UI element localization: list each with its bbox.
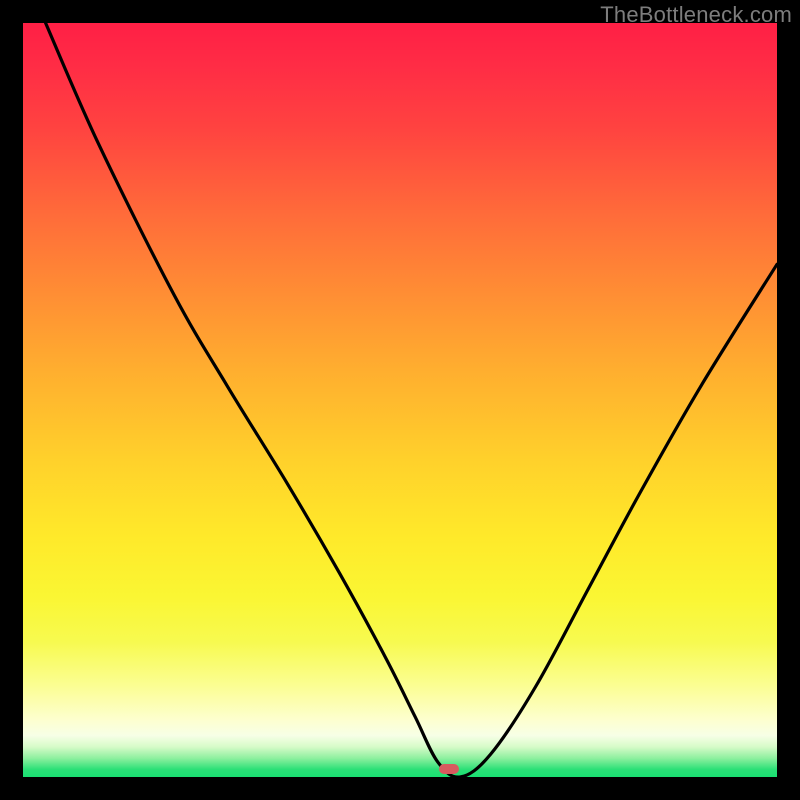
watermark-text: TheBottleneck.com xyxy=(600,2,792,28)
bottleneck-curve xyxy=(23,23,777,777)
plot-area xyxy=(23,23,777,777)
optimum-marker xyxy=(439,764,459,774)
chart-frame: TheBottleneck.com xyxy=(0,0,800,800)
